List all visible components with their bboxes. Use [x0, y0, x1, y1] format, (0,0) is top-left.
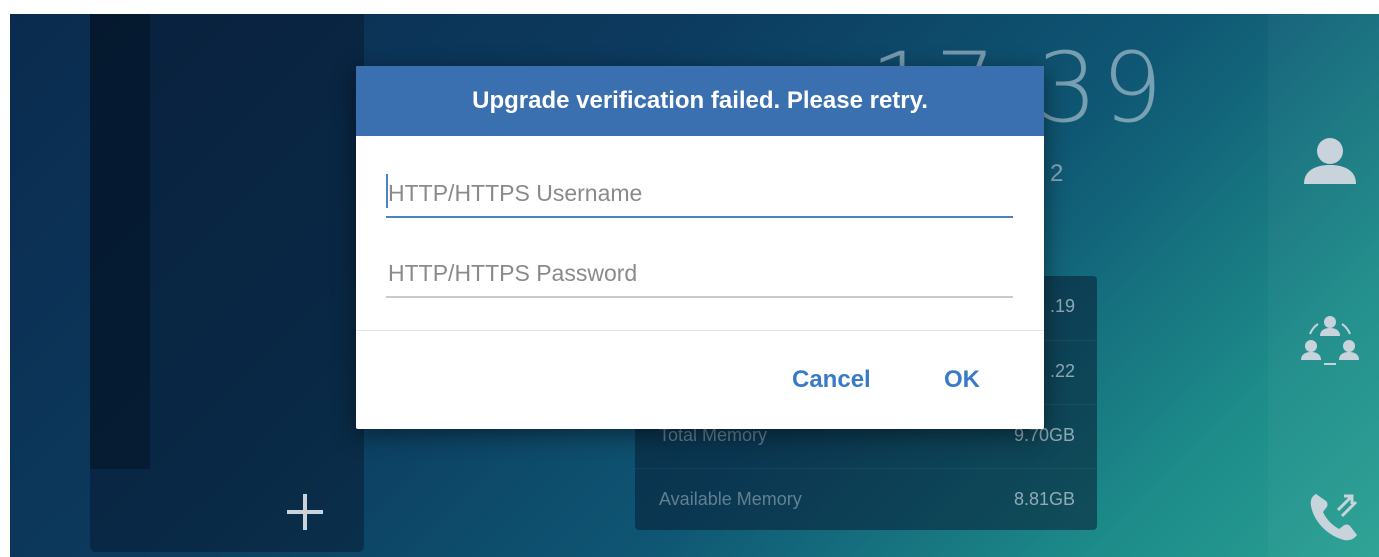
- call-forward-icon[interactable]: [1302, 486, 1366, 550]
- info-row-value: .19: [1049, 296, 1075, 316]
- clock-date: 2: [1050, 160, 1064, 187]
- dialog-title: Upgrade verification failed. Please retr…: [472, 87, 928, 114]
- left-panel-strip: [90, 14, 150, 469]
- cancel-button[interactable]: Cancel: [788, 360, 875, 400]
- ok-button[interactable]: OK: [940, 360, 984, 400]
- plus-icon[interactable]: [287, 494, 323, 530]
- contacts-icon[interactable]: [1298, 130, 1362, 194]
- password-input[interactable]: [386, 250, 1013, 298]
- info-row: Available Memory 8.81GB: [635, 468, 1097, 531]
- info-row-label: Available Memory: [659, 489, 802, 509]
- right-sidebar: [1268, 14, 1379, 557]
- info-row-value: 8.81GB: [1013, 489, 1075, 509]
- dialog-divider: [356, 330, 1044, 331]
- upgrade-verification-dialog: Upgrade verification failed. Please retr…: [356, 66, 1044, 429]
- left-widget-panel: [90, 14, 364, 552]
- dialog-header: Upgrade verification failed. Please retr…: [356, 66, 1044, 136]
- conference-icon[interactable]: [1298, 310, 1362, 374]
- text-cursor: [386, 174, 388, 208]
- info-row-value: .22: [1049, 361, 1075, 381]
- username-input[interactable]: [386, 170, 1013, 218]
